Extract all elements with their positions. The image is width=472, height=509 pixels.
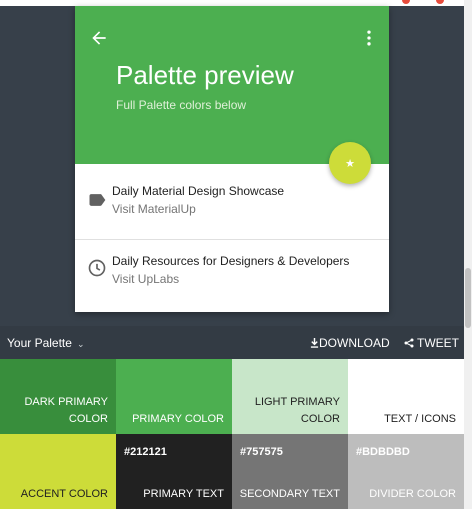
swatch-accent[interactable]: ACCENT COLOR: [0, 434, 116, 509]
phone-preview-card: Palette preview Full Palette colors belo…: [75, 6, 389, 312]
tweet-button[interactable]: TWEET: [404, 336, 459, 350]
swatch-label-line: PRIMARY TEXT: [143, 488, 224, 500]
palette-toolbar: Your Palette ⌄ DOWNLOAD TWEET: [0, 326, 464, 359]
your-palette-dropdown[interactable]: Your Palette ⌄: [7, 336, 85, 350]
download-label: DOWNLOAD: [319, 336, 390, 350]
swatch-text-icons[interactable]: TEXT / ICONS: [348, 359, 464, 434]
browser-indicator-icon: [436, 0, 444, 4]
browser-indicator-icon: [402, 0, 410, 4]
swatch-label-line: COLOR: [300, 413, 340, 425]
your-palette-label: Your Palette: [7, 336, 72, 350]
app-bar: Palette preview Full Palette colors belo…: [75, 6, 389, 164]
share-icon: [404, 338, 414, 348]
swatch-label-line: LIGHT PRIMARY: [254, 396, 340, 408]
swatch-primary-text[interactable]: #212121 PRIMARY TEXT: [116, 434, 232, 509]
swatch-label: TEXT / ICONS: [384, 411, 456, 428]
swatch-label: PRIMARY COLOR: [132, 411, 224, 428]
swatch-light-primary[interactable]: LIGHT PRIMARY COLOR: [232, 359, 348, 434]
arrow-back-icon[interactable]: [89, 28, 109, 48]
swatch-label-line: SECONDARY TEXT: [239, 488, 340, 500]
list-item[interactable]: Daily Material Design Showcase Visit Mat…: [75, 168, 389, 240]
swatch-label-line: TEXT / ICONS: [384, 413, 456, 425]
more-vert-icon[interactable]: [359, 28, 379, 48]
list-item-subtitle: Visit MaterialUp: [112, 202, 196, 216]
scrollbar-thumb[interactable]: [465, 268, 471, 328]
swatch-label: PRIMARY TEXT: [143, 486, 224, 503]
swatch-label: ACCENT COLOR: [21, 486, 108, 503]
swatch-label: LIGHT PRIMARY COLOR: [255, 394, 340, 428]
swatch-label: SECONDARY TEXT: [240, 486, 340, 503]
swatch-divider[interactable]: #BDBDBD DIVIDER COLOR: [348, 434, 464, 509]
swatch-label-line: COLOR: [68, 413, 108, 425]
list-item-title: Daily Material Design Showcase: [112, 184, 285, 198]
swatch-label-line: DIVIDER COLOR: [369, 488, 456, 500]
swatch-hex: #212121: [124, 446, 167, 458]
swatch-label-line: DARK PRIMARY: [24, 396, 108, 408]
download-button[interactable]: DOWNLOAD: [310, 336, 390, 350]
swatch-label: DIVIDER COLOR: [369, 486, 456, 503]
page-title: Palette preview: [116, 60, 294, 90]
label-icon: [89, 194, 106, 206]
swatch-label: DARK PRIMARY COLOR: [24, 394, 108, 428]
scrollbar[interactable]: [464, 0, 472, 509]
swatch-hex: #BDBDBD: [356, 446, 410, 458]
swatch-label-line: PRIMARY COLOR: [132, 413, 224, 425]
list-item[interactable]: Daily Resources for Designers & Develope…: [75, 240, 389, 312]
download-icon: [310, 338, 319, 348]
page-subtitle: Full Palette colors below: [116, 98, 247, 112]
tweet-label: TWEET: [417, 336, 459, 350]
clock-icon: [88, 259, 106, 277]
list-item-title: Daily Resources for Designers & Develope…: [112, 254, 350, 268]
swatch-hex: #757575: [240, 446, 283, 458]
swatch-primary[interactable]: PRIMARY COLOR: [116, 359, 232, 434]
swatch-secondary-text[interactable]: #757575 SECONDARY TEXT: [232, 434, 348, 509]
list-item-subtitle: Visit UpLabs: [112, 272, 180, 286]
swatch-label-line: ACCENT COLOR: [20, 488, 108, 500]
swatch-dark-primary[interactable]: DARK PRIMARY COLOR: [0, 359, 116, 434]
chevron-down-icon: ⌄: [76, 339, 85, 349]
